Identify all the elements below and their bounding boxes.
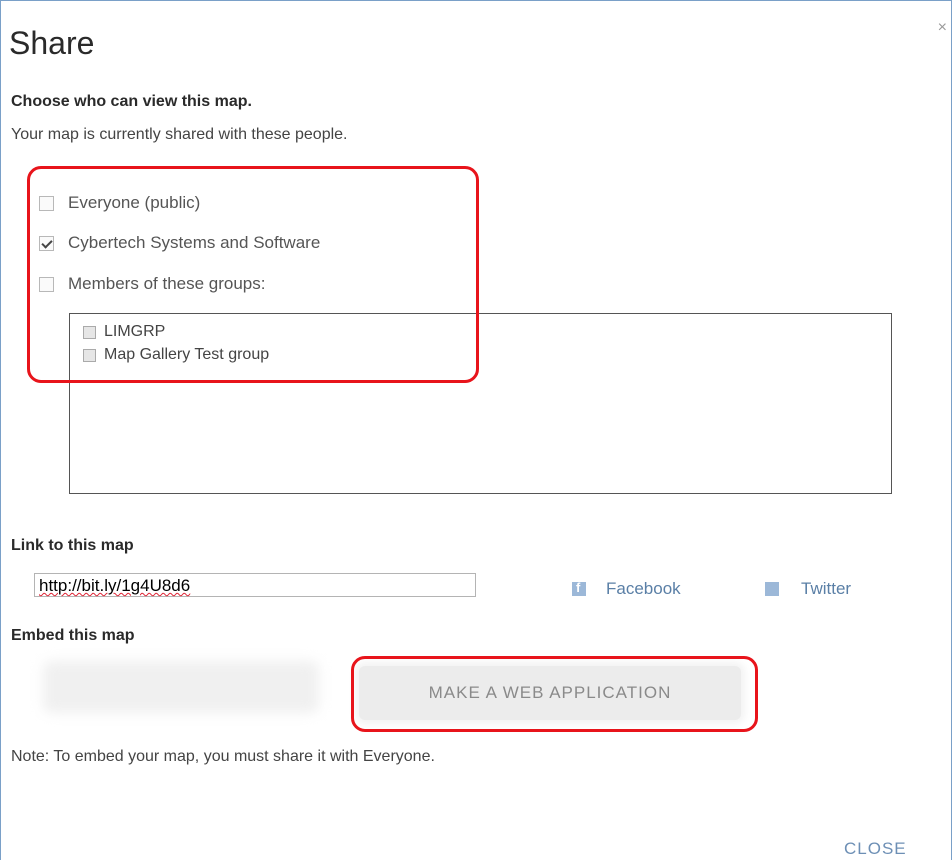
share-dialog: Share × Choose who can view this map. Yo… xyxy=(0,0,952,860)
groups-list[interactable]: LIMGRP Map Gallery Test group xyxy=(69,313,892,494)
twitter-link[interactable]: Twitter xyxy=(765,579,851,599)
option-everyone[interactable]: Everyone (public) xyxy=(39,193,200,213)
group-item-limgrp[interactable]: LIMGRP xyxy=(83,323,165,341)
twitter-label: Twitter xyxy=(801,579,852,598)
option-label: Everyone (public) xyxy=(68,193,201,212)
link-value: http://bit.ly/1g4U8d6 xyxy=(39,576,191,595)
close-icon[interactable]: × xyxy=(938,19,947,37)
link-field[interactable]: http://bit.ly/1g4U8d6 xyxy=(34,573,476,597)
group-label: LIMGRP xyxy=(104,323,166,340)
facebook-icon xyxy=(572,580,586,596)
embed-button-disabled xyxy=(43,661,319,713)
make-web-app-button[interactable]: MAKE A WEB APPLICATION xyxy=(359,666,741,720)
dialog-title: Share xyxy=(9,25,95,61)
choose-heading: Choose who can view this map. xyxy=(11,93,252,110)
option-organization[interactable]: Cybertech Systems and Software xyxy=(39,233,320,253)
twitter-icon xyxy=(765,582,779,596)
group-checkbox[interactable] xyxy=(83,325,96,339)
option-label: Members of these groups: xyxy=(68,274,266,293)
shared-text: Your map is currently shared with these … xyxy=(11,126,348,143)
option-groups[interactable]: Members of these groups: xyxy=(39,274,265,294)
groups-checkbox[interactable] xyxy=(39,276,54,292)
facebook-label: Facebook xyxy=(606,579,681,598)
close-button[interactable]: CLOSE xyxy=(844,839,907,859)
facebook-link[interactable]: Facebook xyxy=(572,579,681,599)
organization-checkbox[interactable] xyxy=(39,235,54,251)
group-checkbox[interactable] xyxy=(83,348,96,362)
group-item-map-gallery[interactable]: Map Gallery Test group xyxy=(83,346,269,364)
everyone-checkbox[interactable] xyxy=(39,195,54,211)
embed-note: Note: To embed your map, you must share … xyxy=(11,748,435,765)
option-label: Cybertech Systems and Software xyxy=(68,233,321,252)
group-label: Map Gallery Test group xyxy=(104,346,270,363)
embed-heading: Embed this map xyxy=(11,627,135,644)
link-heading: Link to this map xyxy=(11,537,134,554)
